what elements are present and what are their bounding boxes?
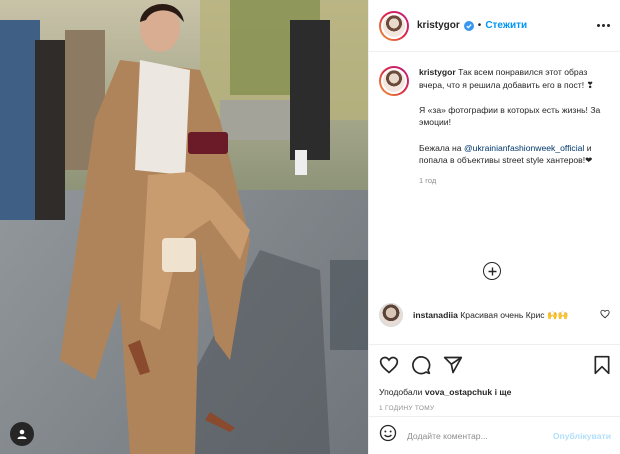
caption-avatar[interactable] <box>379 66 409 96</box>
caption-username[interactable]: kristygor <box>419 67 456 77</box>
author-username[interactable]: kristygor <box>417 20 460 31</box>
comment-heart-icon[interactable] <box>600 306 610 324</box>
commenter-avatar[interactable] <box>379 303 403 327</box>
caption-paragraph-3-prefix: Бежала на <box>419 142 464 153</box>
header-separator: • <box>477 20 482 31</box>
author-avatar[interactable] <box>379 10 409 41</box>
plus-circle-icon <box>488 267 496 275</box>
street-style-photo <box>0 0 368 454</box>
caption: kristygor Так всем понравился этот образ… <box>379 66 610 188</box>
post-actions: Уподобали vova_ostapchuk і ще 1 ГОДИНУ Т… <box>369 344 620 412</box>
comment-text: instanadiia Красивая очень Крис 🙌🙌 <box>413 309 593 321</box>
add-comment-bar: Опублікувати <box>369 416 620 454</box>
heart-icon[interactable] <box>379 355 399 375</box>
user-tag-icon <box>17 429 27 439</box>
comment-input[interactable] <box>407 430 537 441</box>
post-header: kristygor • Стежити <box>369 0 620 52</box>
follow-button[interactable]: Стежити <box>485 20 527 31</box>
instagram-post: kristygor • Стежити kristygor Так всем п… <box>0 0 620 454</box>
caption-time-ago[interactable]: 1 год <box>419 175 609 188</box>
post-timestamp[interactable]: 1 ГОДИНУ ТОМУ <box>379 405 611 412</box>
caption-mention-link[interactable]: @ukrainianfashionweek_official <box>464 143 584 153</box>
post-side-panel: kristygor • Стежити kristygor Так всем п… <box>368 0 620 454</box>
caption-text: kristygor Так всем понравился этот образ… <box>419 66 609 188</box>
user-tag-button[interactable] <box>10 422 34 446</box>
caption-area: kristygor Так всем понравился этот образ… <box>369 52 620 292</box>
commenter-username[interactable]: instanadiia <box>413 310 458 320</box>
comment-item: instanadiia Красивая очень Крис 🙌🙌 <box>369 292 620 338</box>
post-comment-button[interactable]: Опублікувати <box>553 431 611 441</box>
likes-summary: Уподобали vova_ostapchuk і ще <box>379 387 611 397</box>
bookmark-icon[interactable] <box>593 355 611 375</box>
caption-paragraph-2: Я «за» фотографии в которых есть жизнь! … <box>419 104 601 128</box>
likes-suffix[interactable]: і ще <box>492 387 512 397</box>
action-icons-row <box>379 353 611 377</box>
load-more-comments-button[interactable] <box>483 262 501 280</box>
post-photo[interactable] <box>0 0 368 454</box>
verified-badge-icon <box>463 20 474 31</box>
liker-username[interactable]: vova_ostapchuk <box>425 387 492 397</box>
paper-plane-icon[interactable] <box>443 355 463 375</box>
likes-prefix: Уподобали <box>379 387 425 397</box>
comment-bubble-icon[interactable] <box>411 355 431 375</box>
smiley-icon[interactable] <box>379 424 397 447</box>
comment-body: Красивая очень Крис 🙌🙌 <box>460 310 569 320</box>
more-options-icon[interactable] <box>597 24 610 27</box>
